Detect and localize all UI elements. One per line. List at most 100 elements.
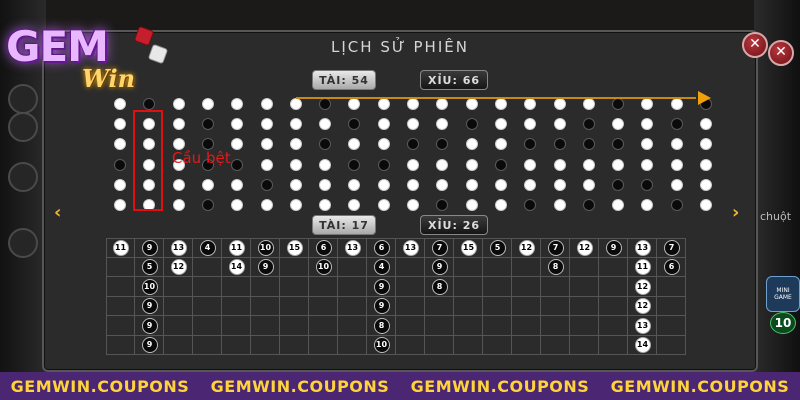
result-dot — [319, 98, 332, 110]
result-number: 15 — [460, 239, 477, 256]
result-number: 12 — [170, 259, 187, 276]
table-cell — [657, 316, 686, 336]
history-icon[interactable] — [8, 162, 38, 192]
result-number: 10 — [315, 259, 332, 276]
result-dot — [407, 98, 419, 110]
tai-count-badge: TÀI: 54 — [312, 70, 376, 90]
table-cell — [396, 296, 425, 316]
result-dot — [260, 158, 273, 171]
mini-game-label: MINI GAME — [774, 287, 792, 301]
mini-game-count: 10 — [770, 312, 796, 334]
result-dot — [319, 199, 332, 211]
table-cell — [483, 316, 512, 336]
table-cell — [164, 277, 193, 297]
table-cell — [193, 335, 222, 355]
table-cell — [222, 316, 251, 336]
table-cell — [396, 277, 425, 297]
table-cell — [541, 277, 570, 297]
result-number: 6 — [315, 239, 332, 256]
result-dot — [407, 199, 419, 211]
result-dot — [289, 158, 302, 171]
result-number: 11 — [228, 239, 245, 256]
result-number: 13 — [402, 239, 419, 256]
result-dot — [553, 199, 566, 211]
result-dot — [260, 178, 273, 191]
table-cell — [338, 316, 367, 336]
result-dot — [582, 98, 595, 110]
result-dot — [553, 98, 566, 110]
table-cell — [483, 277, 512, 297]
result-dot — [114, 199, 126, 211]
result-dot — [582, 199, 595, 211]
result-number: 5 — [489, 239, 506, 256]
result-number: 9 — [141, 239, 158, 256]
table-cell — [541, 335, 570, 355]
table-cell — [570, 296, 599, 316]
result-dot — [114, 158, 126, 171]
result-number: 4 — [373, 259, 390, 276]
result-dot — [231, 178, 244, 191]
result-number: 6 — [663, 259, 680, 276]
result-dot — [114, 98, 126, 110]
table-cell — [193, 257, 222, 277]
result-dot — [377, 118, 390, 131]
result-number: 13 — [170, 239, 187, 256]
dice-icon — [147, 43, 169, 65]
table-cell — [338, 257, 367, 277]
xiu-label: XỈU: — [427, 219, 458, 232]
table-cell — [164, 316, 193, 336]
close-button[interactable]: ✕ — [742, 32, 768, 58]
table-cell — [483, 257, 512, 277]
mini-game-button[interactable]: MINI GAME — [766, 276, 800, 312]
xiu-label: XỈU: — [427, 74, 458, 87]
result-dot — [670, 138, 683, 151]
table-cell — [425, 316, 454, 336]
dice-icon — [133, 25, 155, 47]
table-cell — [425, 296, 454, 316]
table-cell — [164, 296, 193, 316]
close-button-secondary[interactable]: ✕ — [768, 40, 794, 66]
cau-bet-highlight — [133, 110, 163, 211]
result-number: 12 — [518, 239, 535, 256]
table-cell — [106, 335, 135, 355]
table-cell — [570, 257, 599, 277]
result-dot — [524, 178, 537, 191]
play-arrow-icon[interactable] — [698, 91, 711, 105]
result-dot — [201, 199, 214, 211]
footer-text: GEMWIN.COUPONS — [410, 376, 590, 396]
table-cell — [106, 296, 135, 316]
table-cell — [106, 316, 135, 336]
trend-line — [296, 97, 696, 99]
result-dot — [494, 178, 507, 191]
result-dot — [465, 158, 478, 171]
result-number: 11 — [634, 259, 651, 276]
prev-arrow-icon[interactable]: ‹ — [54, 202, 61, 223]
result-number: 8 — [547, 259, 564, 276]
result-number: 14 — [228, 259, 245, 276]
table-cell — [396, 257, 425, 277]
result-number: 12 — [634, 278, 651, 295]
table-cell — [483, 296, 512, 316]
result-number: 5 — [141, 259, 158, 276]
result-number: 8 — [373, 317, 390, 334]
table-cell — [657, 296, 686, 316]
result-dot — [377, 98, 390, 110]
result-number: 9 — [605, 239, 622, 256]
tai-value: 54 — [351, 74, 369, 87]
result-dot — [319, 158, 332, 171]
result-dot — [260, 118, 273, 131]
table-cell — [599, 316, 628, 336]
result-dot — [465, 138, 478, 151]
next-arrow-icon[interactable]: › — [732, 202, 739, 223]
chart-icon[interactable] — [8, 228, 38, 258]
result-number: 14 — [634, 337, 651, 354]
result-number: 11 — [112, 239, 129, 256]
result-dot — [407, 178, 419, 191]
result-number: 9 — [257, 259, 274, 276]
result-dot — [553, 178, 566, 191]
table-cell — [599, 335, 628, 355]
table-cell — [454, 316, 483, 336]
trophy-icon[interactable] — [8, 112, 38, 142]
table-cell — [164, 335, 193, 355]
result-number: 10 — [373, 337, 390, 354]
